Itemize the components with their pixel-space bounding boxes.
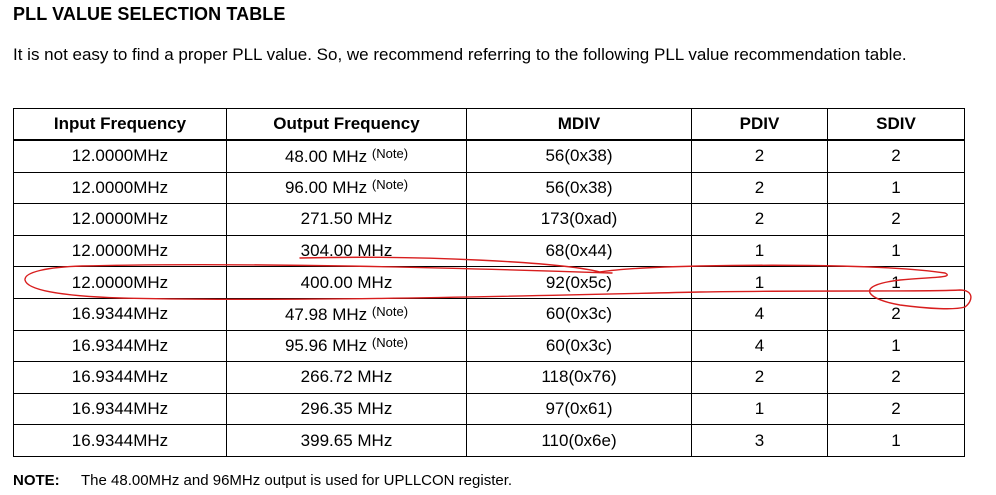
output-value: 48.00 MHz: [284, 146, 368, 166]
cell-output-frequency: 271.50 MHz: [226, 203, 467, 236]
cell-sdiv: 1: [827, 329, 965, 363]
cell-pdiv: 2: [691, 203, 828, 236]
output-value: 399.65 MHz: [300, 430, 393, 450]
cell-sdiv: 2: [827, 361, 965, 394]
cell-mdiv: 110(0x6e): [466, 424, 692, 457]
cell-input-frequency: 16.9344MHz: [13, 424, 227, 457]
table-row: 16.9344MHz 47.98 MHz (Note) 60(0x3c) 4 2: [13, 297, 965, 331]
cell-input-frequency: 12.0000MHz: [13, 139, 227, 173]
cell-mdiv: 60(0x3c): [466, 297, 692, 331]
cell-sdiv: 2: [827, 297, 965, 331]
cell-output-frequency: 399.65 MHz: [226, 424, 467, 457]
table-row: 12.0000MHz 48.00 MHz (Note) 56(0x38) 2 2: [13, 139, 965, 173]
output-value: 296.35 MHz: [300, 399, 393, 419]
cell-mdiv: 92(0x5c): [466, 266, 692, 299]
cell-pdiv: 1: [691, 234, 828, 268]
cell-input-frequency: 16.9344MHz: [13, 361, 227, 394]
cell-output-frequency: 95.96 MHz (Note): [226, 329, 467, 363]
cell-mdiv: 173(0xad): [466, 203, 692, 236]
table-header-row: Input Frequency Output Frequency MDIV PD…: [13, 108, 965, 141]
cell-sdiv: 2: [827, 392, 965, 426]
cell-output-frequency: 48.00 MHz (Note): [226, 139, 467, 173]
header-sdiv: SDIV: [827, 108, 965, 141]
output-value: 400.00 MHz: [300, 272, 393, 292]
note-marker: (Note): [371, 303, 409, 319]
header-input-frequency: Input Frequency: [13, 108, 227, 141]
cell-mdiv: 60(0x3c): [466, 329, 692, 363]
cell-sdiv: 1: [827, 234, 965, 268]
table-row: 12.0000MHz 96.00 MHz (Note) 56(0x38) 2 1: [13, 171, 965, 205]
cell-mdiv: 68(0x44): [466, 234, 692, 268]
cell-output-frequency: 96.00 MHz (Note): [226, 171, 467, 205]
header-mdiv: MDIV: [466, 108, 692, 141]
header-output-frequency: Output Frequency: [226, 108, 467, 141]
cell-pdiv: 4: [691, 297, 828, 331]
note-marker: (Note): [371, 177, 409, 193]
output-value: 47.98 MHz: [284, 304, 368, 324]
cell-output-frequency: 47.98 MHz (Note): [226, 297, 467, 331]
table-row: 16.9344MHz 296.35 MHz 97(0x61) 1 2: [13, 392, 965, 426]
table-row: 16.9344MHz 399.65 MHz 110(0x6e) 3 1: [13, 424, 965, 457]
cell-sdiv: 2: [827, 203, 965, 236]
table-row: 16.9344MHz 266.72 MHz 118(0x76) 2 2: [13, 361, 965, 394]
cell-sdiv: 1: [827, 171, 965, 205]
cell-pdiv: 3: [691, 424, 828, 457]
table-row: 16.9344MHz 95.96 MHz (Note) 60(0x3c) 4 1: [13, 329, 965, 363]
cell-pdiv: 4: [691, 329, 828, 363]
cell-input-frequency: 12.0000MHz: [13, 266, 227, 299]
cell-pdiv: 2: [691, 361, 828, 394]
cell-pdiv: 1: [691, 392, 828, 426]
table-row-highlighted: 12.0000MHz 400.00 MHz 92(0x5c) 1 1: [13, 266, 965, 299]
pll-value-table: Input Frequency Output Frequency MDIV PD…: [13, 108, 965, 457]
intro-paragraph: It is not easy to find a proper PLL valu…: [13, 45, 907, 64]
cell-mdiv: 56(0x38): [466, 171, 692, 205]
cell-input-frequency: 12.0000MHz: [13, 234, 227, 268]
footer-note: NOTE: The 48.00MHz and 96MHz output is us…: [13, 472, 512, 489]
cell-output-frequency: 296.35 MHz: [226, 392, 467, 426]
cell-sdiv: 2: [827, 139, 965, 173]
output-value: 271.50 MHz: [300, 209, 393, 229]
output-value: 95.96 MHz: [284, 336, 368, 356]
cell-pdiv: 2: [691, 171, 828, 205]
cell-input-frequency: 12.0000MHz: [13, 203, 227, 236]
header-pdiv: PDIV: [691, 108, 828, 141]
cell-input-frequency: 16.9344MHz: [13, 392, 227, 426]
cell-input-frequency: 12.0000MHz: [13, 171, 227, 205]
note-marker: (Note): [371, 145, 409, 161]
cell-mdiv: 118(0x76): [466, 361, 692, 394]
cell-pdiv: 2: [691, 139, 828, 173]
output-value: 304.00 MHz: [300, 241, 393, 261]
cell-output-frequency: 400.00 MHz: [226, 266, 467, 299]
cell-sdiv: 1: [827, 266, 965, 299]
cell-input-frequency: 16.9344MHz: [13, 329, 227, 363]
cell-mdiv: 97(0x61): [466, 392, 692, 426]
output-value: 266.72 MHz: [300, 367, 393, 387]
table-row: 12.0000MHz 271.50 MHz 173(0xad) 2 2: [13, 203, 965, 236]
cell-input-frequency: 16.9344MHz: [13, 297, 227, 331]
cell-output-frequency: 266.72 MHz: [226, 361, 467, 394]
footer-note-label: NOTE:: [13, 472, 60, 489]
note-marker: (Note): [371, 335, 409, 351]
footer-note-text: The 48.00MHz and 96MHz output is used fo…: [81, 472, 513, 489]
page-title: PLL VALUE SELECTION TABLE: [13, 4, 286, 24]
cell-mdiv: 56(0x38): [466, 139, 692, 173]
cell-sdiv: 1: [827, 424, 965, 457]
table-row: 12.0000MHz 304.00 MHz 68(0x44) 1 1: [13, 234, 965, 268]
output-value: 96.00 MHz: [284, 178, 368, 198]
cell-output-frequency: 304.00 MHz: [226, 234, 467, 268]
cell-pdiv: 1: [691, 266, 828, 299]
